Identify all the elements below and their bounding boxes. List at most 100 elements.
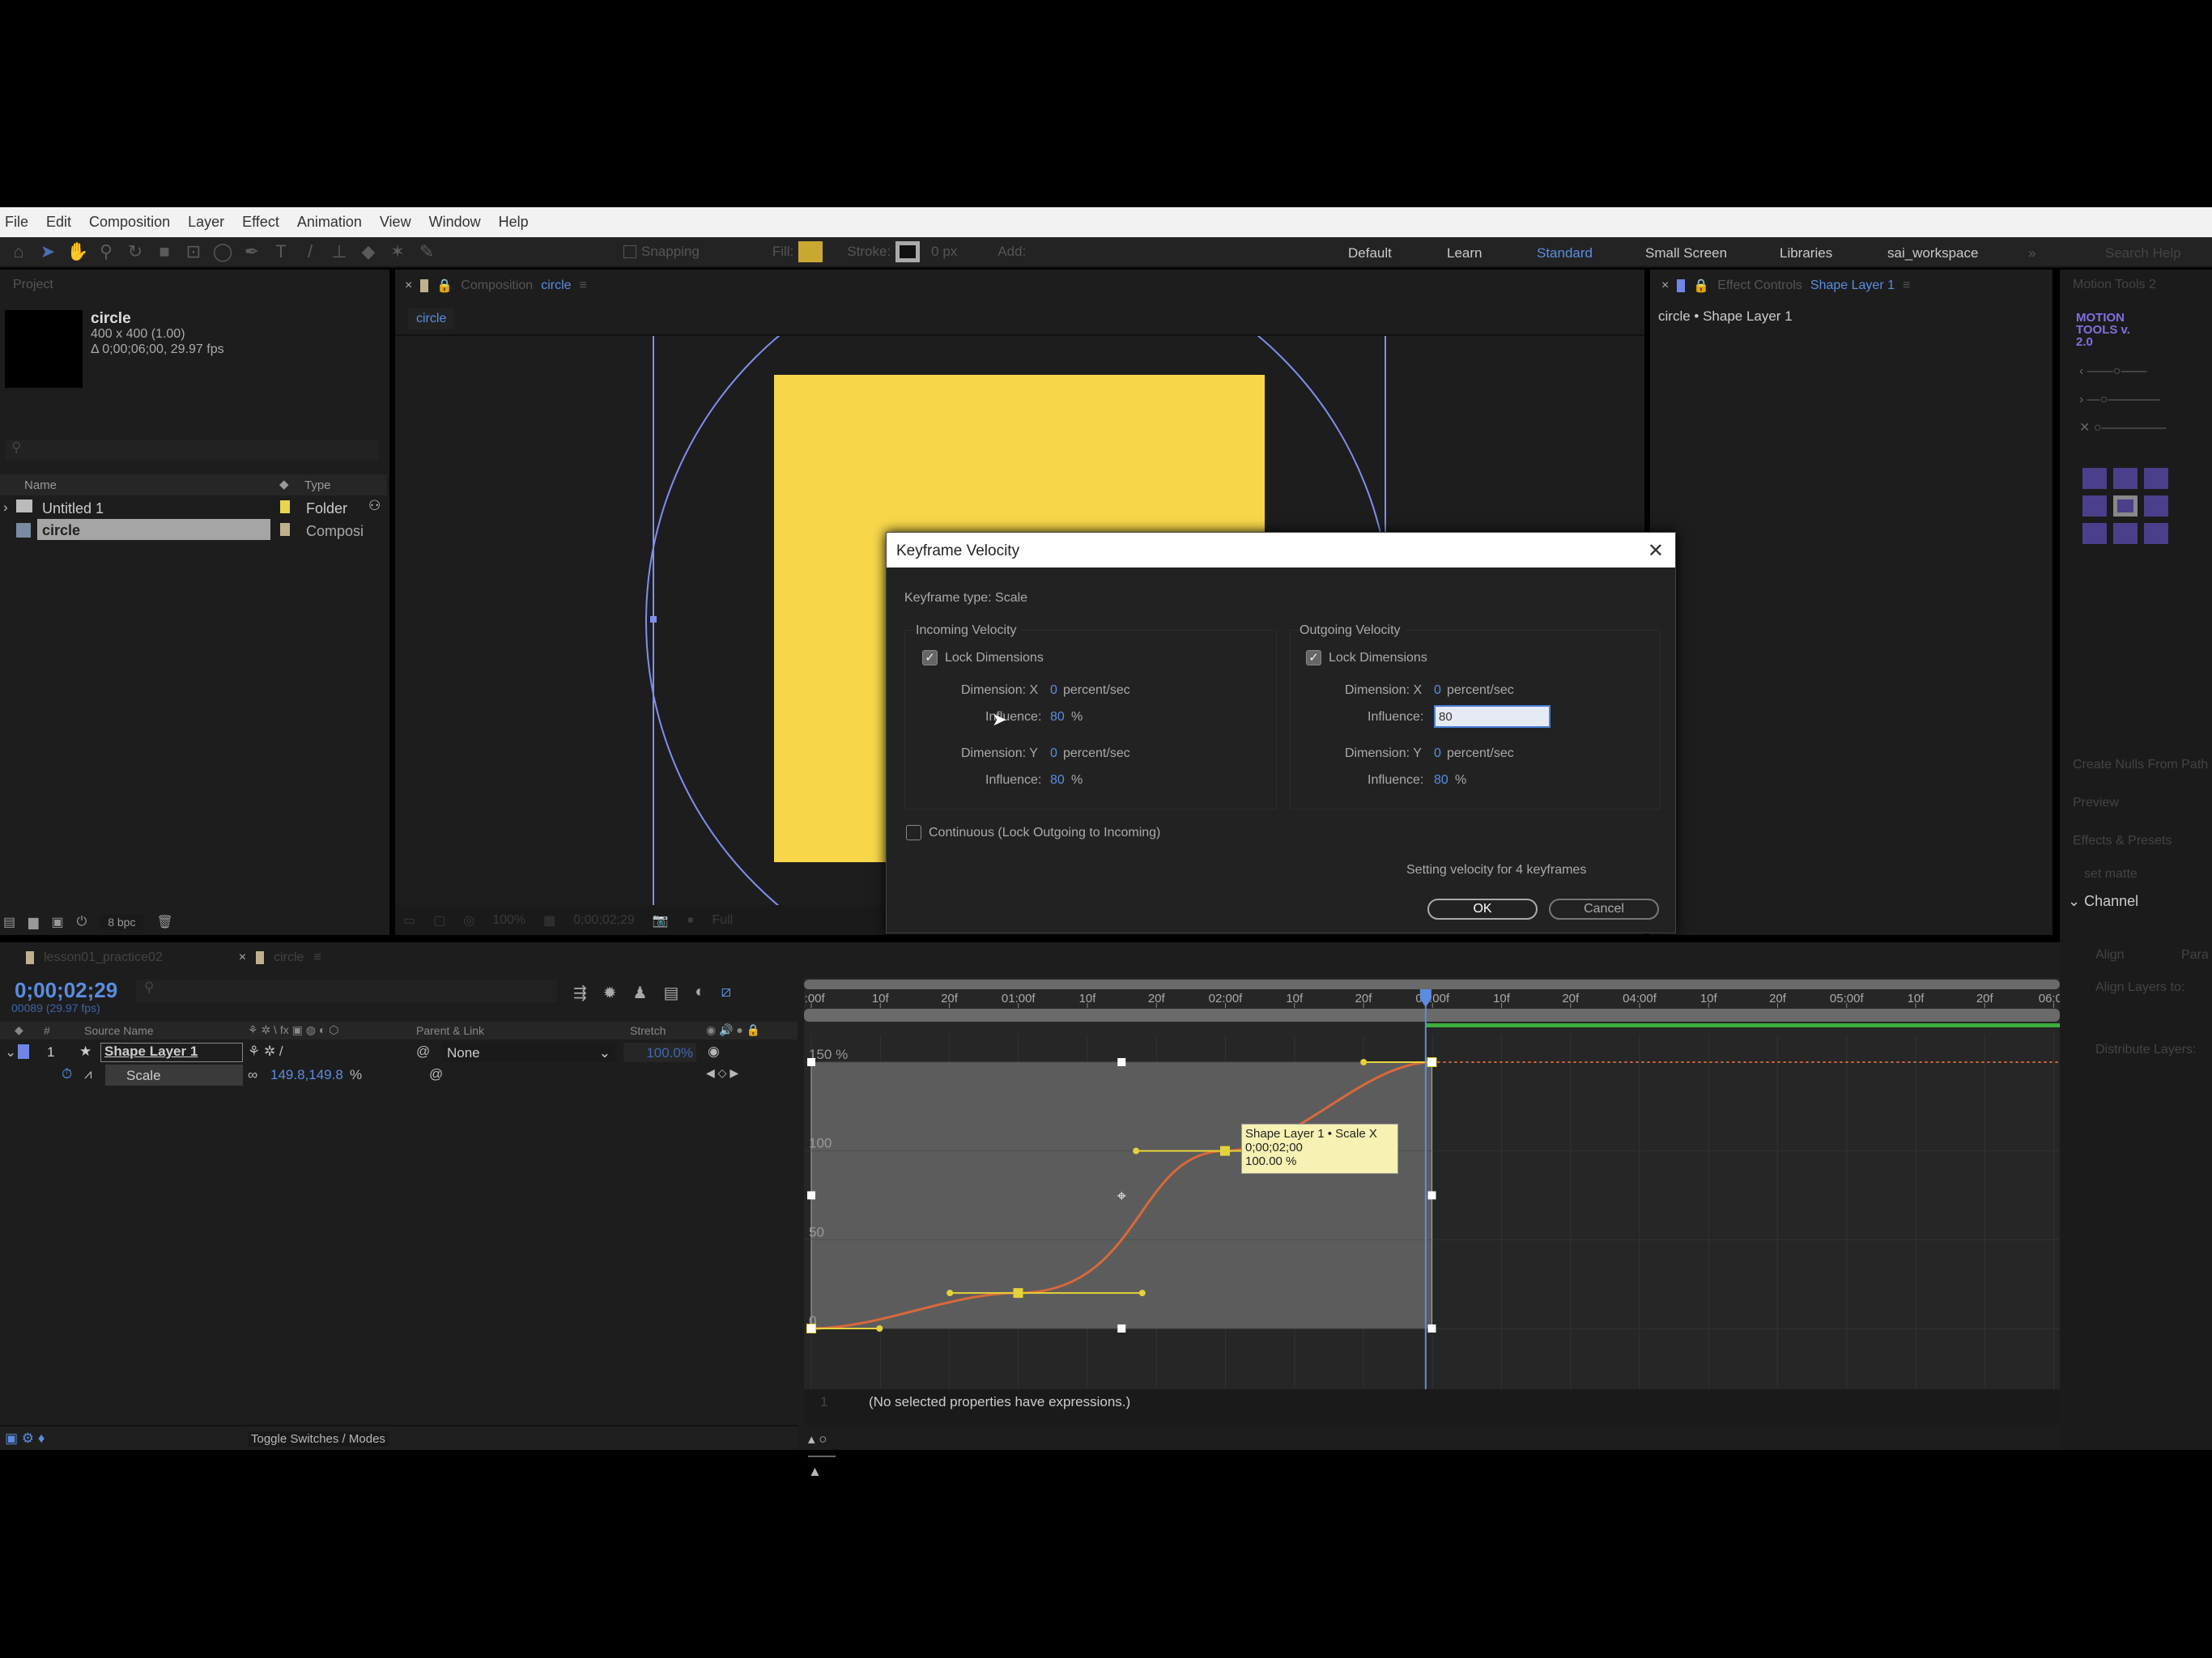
flowchart-icon[interactable]: ⚇ [368, 498, 381, 514]
close-icon[interactable]: ✕ [1648, 539, 1664, 563]
outgoing-dim-y-value[interactable]: 0 [1434, 746, 1441, 761]
effects-search-input[interactable]: set matte [2084, 867, 2138, 882]
incoming-influence-y-value[interactable]: 80 [1050, 773, 1065, 788]
panel-menu-icon[interactable]: ≡ [313, 950, 321, 965]
anchor-button[interactable] [2082, 523, 2107, 544]
transform-box-handle[interactable] [1427, 1191, 1436, 1200]
paragraph-tab[interactable]: Para [2181, 948, 2209, 963]
stretch-value[interactable]: 100.0% [623, 1043, 696, 1062]
roto-brush-icon[interactable]: ✶ [387, 241, 408, 262]
anchor-button[interactable] [2082, 468, 2107, 489]
menu-file[interactable]: File [5, 214, 28, 231]
keyframe-navigator[interactable]: ◀ ◇ ▶ [706, 1066, 738, 1080]
outgoing-lock-checkbox[interactable]: ✓ [1306, 650, 1321, 665]
anchor-button[interactable] [2082, 495, 2107, 517]
selection-tool-icon[interactable]: ➤ [37, 241, 58, 262]
search-help-input[interactable]: Search Help [2105, 245, 2181, 261]
mask-icon[interactable]: ◎ [463, 912, 474, 929]
brush-tool-icon[interactable]: / [300, 241, 321, 262]
motion-blur-icon[interactable]: ◐ [695, 983, 704, 1003]
bezier-handle-in[interactable] [946, 1290, 954, 1297]
transform-box-handle[interactable] [807, 1324, 815, 1333]
menu-animation[interactable]: Animation [297, 214, 362, 231]
pen-tool-icon[interactable]: ✒ [241, 241, 262, 262]
lock-icon[interactable]: 🔒 [1693, 278, 1709, 294]
menu-help[interactable]: Help [499, 214, 529, 231]
col-name[interactable]: Name [24, 478, 57, 492]
bezier-handle-out[interactable] [1138, 1290, 1146, 1297]
bezier-handle-in[interactable] [1133, 1147, 1140, 1154]
parent-select[interactable]: None ⌄ [442, 1043, 615, 1062]
continuous-checkbox[interactable] [906, 825, 921, 840]
trash-icon[interactable]: 🗑 [156, 914, 172, 930]
tab-circle[interactable]: circle [274, 950, 304, 965]
clone-stamp-icon[interactable]: ⊥ [329, 241, 350, 262]
more-workspaces-icon[interactable]: » [2028, 245, 2035, 261]
resolution-select[interactable]: Full [712, 913, 733, 928]
composition-tab[interactable]: × 🔒 Composition circle ≡ [405, 278, 587, 294]
project-tab[interactable]: Project [13, 278, 53, 292]
menu-window[interactable]: Window [429, 214, 481, 231]
grid-icon[interactable]: ▦ [543, 912, 555, 929]
transform-box-handle[interactable] [1117, 1324, 1126, 1333]
graph-toggle-icon[interactable]: ⩘ [84, 1066, 92, 1082]
align-tab[interactable]: Align [2095, 948, 2125, 963]
video-switch-icon[interactable]: ◉ [708, 1044, 720, 1060]
project-search-input[interactable]: ⚲ [5, 440, 379, 461]
graph-editor[interactable]: 0:00f10f20f01:00f10f20f02:00f10f20f03:00… [798, 978, 2069, 1425]
incoming-dim-x-value[interactable]: 0 [1050, 683, 1057, 698]
incoming-influence-x-value[interactable]: 80 [1050, 710, 1065, 725]
color-icon[interactable]: ● [687, 913, 695, 928]
comp-breadcrumb[interactable]: circle [408, 308, 455, 329]
close-icon[interactable]: × [239, 950, 246, 965]
interpret-footage-icon[interactable]: ▤ [3, 914, 15, 930]
fill-swatch[interactable] [798, 241, 823, 262]
workspace-libraries[interactable]: Libraries [1780, 245, 1832, 261]
transform-box-handle[interactable] [807, 1058, 815, 1066]
puppet-pin-icon[interactable]: ✎ [416, 241, 437, 262]
toggle-switches-modes[interactable]: Toggle Switches / Modes [248, 1431, 389, 1447]
pickwhip-icon[interactable]: @ [429, 1066, 443, 1082]
anchor-button[interactable] [2144, 523, 2168, 544]
path-vertex[interactable] [650, 616, 657, 623]
expand-icon[interactable]: › [3, 500, 8, 516]
viewer-timecode[interactable]: 0;00;02;29 [573, 913, 635, 928]
menu-edit[interactable]: Edit [46, 214, 71, 231]
graph-editor-icon[interactable]: ⧄ [721, 983, 731, 1003]
transform-box-handle[interactable] [1427, 1324, 1436, 1333]
col-source-name[interactable]: Source Name [84, 1024, 154, 1037]
panel-menu-icon[interactable]: ≡ [1903, 278, 1910, 293]
effects-presets-tab[interactable]: Effects & Presets [2073, 834, 2172, 848]
add-label[interactable]: Add: [998, 244, 1026, 260]
layer-name[interactable]: Shape Layer 1 [100, 1043, 243, 1062]
scale-value[interactable]: 149.8,149.8 [270, 1067, 343, 1083]
work-area-bar[interactable] [804, 1009, 2060, 1022]
label-swatch[interactable] [280, 500, 290, 513]
rotate-tool-icon[interactable]: ↻ [125, 241, 146, 262]
timeline-search-input[interactable]: ⚲ [136, 980, 557, 1002]
anchor-button[interactable] [2144, 468, 2168, 489]
anchor-button[interactable] [2113, 523, 2138, 544]
eraser-icon[interactable]: ◆ [358, 241, 379, 262]
anchor-button[interactable] [2113, 468, 2138, 489]
frame-blending-icon[interactable]: ▤ [663, 983, 678, 1003]
workspace-sai[interactable]: sai_workspace [1887, 245, 1978, 261]
time-navigator-bar[interactable] [804, 980, 2060, 989]
bezier-handle-out[interactable] [876, 1325, 883, 1332]
layer-color-swatch[interactable] [18, 1044, 29, 1059]
property-row-scale[interactable]: ⏱ ⩘ Scale ∞ 149.8,149.8 % @ ◀ ◇ ▶ [0, 1064, 798, 1086]
ok-button[interactable]: OK [1427, 899, 1538, 920]
menu-effect[interactable]: Effect [242, 214, 279, 231]
constrain-proportions-icon[interactable]: ∞ [248, 1067, 257, 1083]
expression-field[interactable]: 1 (No selected properties have expressio… [804, 1389, 2060, 1425]
ellipse-tool-icon[interactable]: ◯ [212, 241, 233, 262]
keyframe-marker[interactable] [1013, 1288, 1023, 1299]
close-icon[interactable]: × [405, 278, 412, 293]
dialog-title-bar[interactable]: Keyframe Velocity ✕ [887, 533, 1675, 568]
layer-switches[interactable]: ⚘ ✲ / [248, 1044, 283, 1060]
region-icon[interactable]: ▭ [403, 912, 415, 929]
close-icon[interactable]: × [1661, 278, 1669, 293]
motion-tools-tab[interactable]: Motion Tools 2 [2073, 278, 2156, 292]
pickwhip-icon[interactable]: @ [416, 1044, 430, 1060]
outgoing-dim-x-value[interactable]: 0 [1434, 683, 1441, 698]
